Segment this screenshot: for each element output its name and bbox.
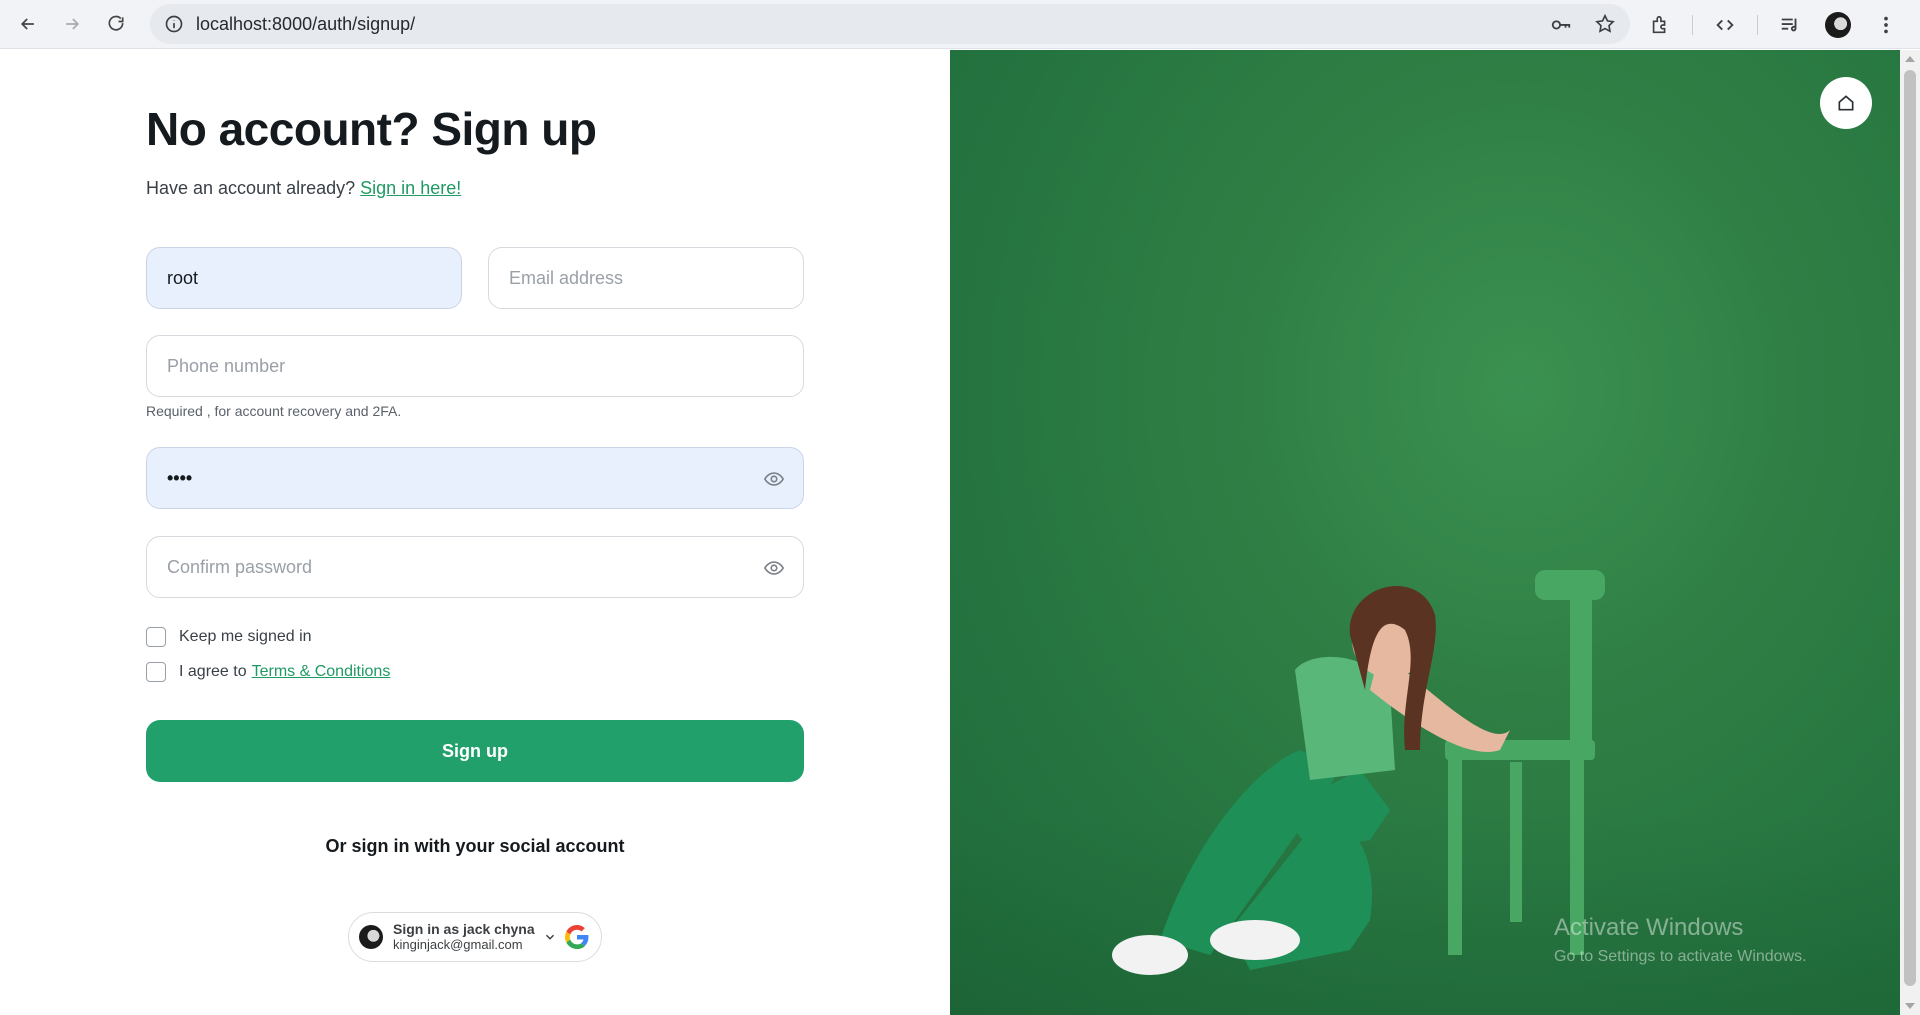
url-text: localhost:8000/auth/signup/ [196,13,416,34]
terms-link[interactable]: Terms & Conditions [252,663,391,681]
keep-signed-in-label: Keep me signed in [179,628,312,645]
home-icon [1838,95,1854,111]
figure-shoe-right [1210,920,1300,960]
google-account-email: kinginjack@gmail.com [393,937,523,952]
extensions-icon [1652,15,1666,33]
devtools-button[interactable] [1703,5,1747,45]
key-icon[interactable] [1550,13,1572,35]
figure-shoe-left [1112,935,1188,975]
keep-signed-in-row: Keep me signed in [146,627,312,647]
scroll-up-arrow[interactable] [1905,56,1915,62]
home-button[interactable] [1820,77,1872,129]
password-value: •••• [167,467,193,488]
page-scrollbar[interactable] [1900,50,1920,1015]
forward-button[interactable] [50,4,94,44]
signin-prompt-text: Have an account already? [146,178,356,198]
menu-button[interactable] [1864,5,1908,45]
scroll-down-arrow[interactable] [1905,1003,1915,1009]
phone-hint: Required , for account recovery and 2FA. [146,403,402,419]
signin-link[interactable]: Sign in here! [360,178,461,198]
forward-icon [66,18,80,30]
chevron-down-icon[interactable] [543,930,557,944]
hero-image-panel: Activate Windows Go to Settings to activ… [950,50,1900,1015]
signin-prompt: Have an account already? Sign in here! [146,178,461,199]
eye-icon[interactable] [763,557,785,579]
social-signin-text: Or sign in with your social account [325,836,625,856]
username-field[interactable]: root [146,247,462,309]
terms-checkbox[interactable] [146,662,166,682]
email-placeholder: Email address [509,267,624,288]
back-button[interactable] [6,4,50,44]
password-field[interactable]: •••• [146,447,804,509]
avatar [359,925,383,949]
toolbar-divider [1757,14,1758,35]
avatar [1825,11,1851,38]
profile-button[interactable] [1816,5,1860,45]
code-icon [1716,19,1734,30]
star-icon[interactable] [1594,13,1616,35]
terms-row: I agree to Terms & Conditions [146,662,390,682]
media-icon [1781,18,1797,31]
confirm-password-field[interactable]: Confirm password [146,536,804,598]
signup-button[interactable]: Sign up [146,720,804,782]
chair-shape [1445,570,1605,955]
google-signin-button[interactable]: Sign in as jack chyna kinginjack@gmail.c… [348,912,602,962]
hero-illustration [1112,570,1605,975]
extensions-button[interactable] [1638,5,1682,45]
confirm-password-placeholder: Confirm password [167,556,313,577]
reload-button[interactable] [94,4,138,44]
scroll-thumb[interactable] [1904,70,1916,986]
google-account-name: Sign in as jack chyna [393,921,535,937]
eye-icon[interactable] [763,468,785,490]
page-title: No account? Sign up [146,103,597,155]
media-button[interactable] [1768,5,1812,45]
google-icon [564,925,589,949]
signup-panel: No account? Sign up Have an account alre… [0,50,950,1015]
back-icon [20,18,34,30]
keep-signed-in-checkbox[interactable] [146,627,166,647]
reload-icon [108,15,124,31]
toolbar-divider [1692,14,1693,35]
username-value: root [167,267,199,288]
phone-field[interactable]: Phone number [146,335,804,397]
address-bar[interactable]: localhost:8000/auth/signup/ [150,4,1630,44]
email-field[interactable]: Email address [488,247,804,309]
terms-label: I agree to [179,663,247,680]
browser-toolbar: localhost:8000/auth/signup/ [0,0,1920,49]
activation-subtitle: Go to Settings to activate Windows. [1554,948,1807,965]
activation-title: Activate Windows [1554,914,1744,941]
info-icon[interactable] [164,14,184,34]
windows-activation-watermark: Activate Windows Go to Settings to activ… [1554,914,1807,966]
menu-icon [1884,16,1888,33]
phone-placeholder: Phone number [167,355,286,376]
